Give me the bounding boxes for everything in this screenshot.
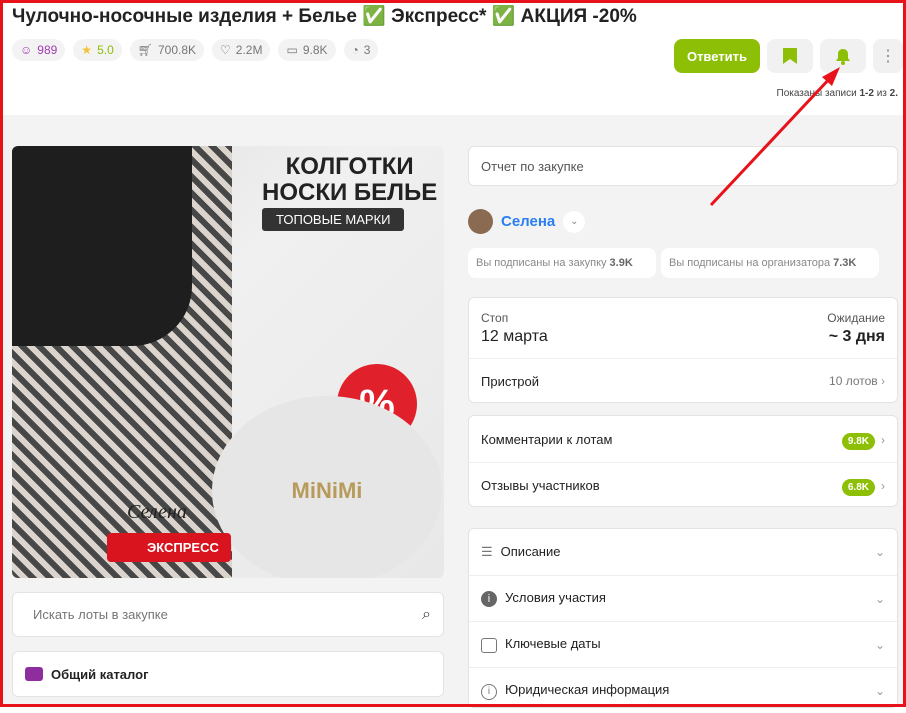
annotation-arrow	[709, 67, 840, 207]
